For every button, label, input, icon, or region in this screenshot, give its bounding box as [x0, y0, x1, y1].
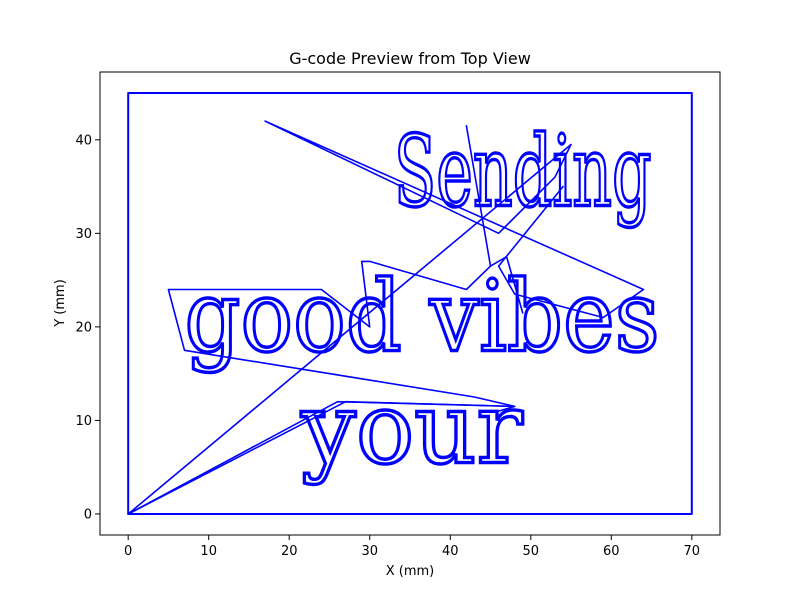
engraved-text-line: Sending: [394, 115, 652, 229]
y-tick-label: 30: [75, 227, 92, 242]
y-axis-label: Y (mm): [53, 279, 68, 328]
x-tick-label: 0: [124, 544, 132, 559]
x-tick-label: 20: [281, 544, 298, 559]
y-tick-label: 20: [75, 320, 92, 335]
y-tick-label: 10: [75, 414, 92, 429]
engraved-text-line: your: [300, 373, 523, 487]
x-tick-label: 30: [361, 544, 378, 559]
x-tick-label: 70: [684, 544, 701, 559]
figure: G-code Preview from Top View Sendinggood…: [0, 0, 800, 600]
x-axis-label: X (mm): [386, 564, 435, 579]
x-tick-label: 10: [200, 544, 217, 559]
chart-title: G-code Preview from Top View: [289, 49, 531, 68]
y-tick-label: 40: [75, 133, 92, 148]
x-tick-label: 50: [523, 544, 540, 559]
x-tick-label: 40: [442, 544, 459, 559]
x-tick-label: 60: [603, 544, 620, 559]
y-tick-label: 0: [84, 507, 92, 522]
